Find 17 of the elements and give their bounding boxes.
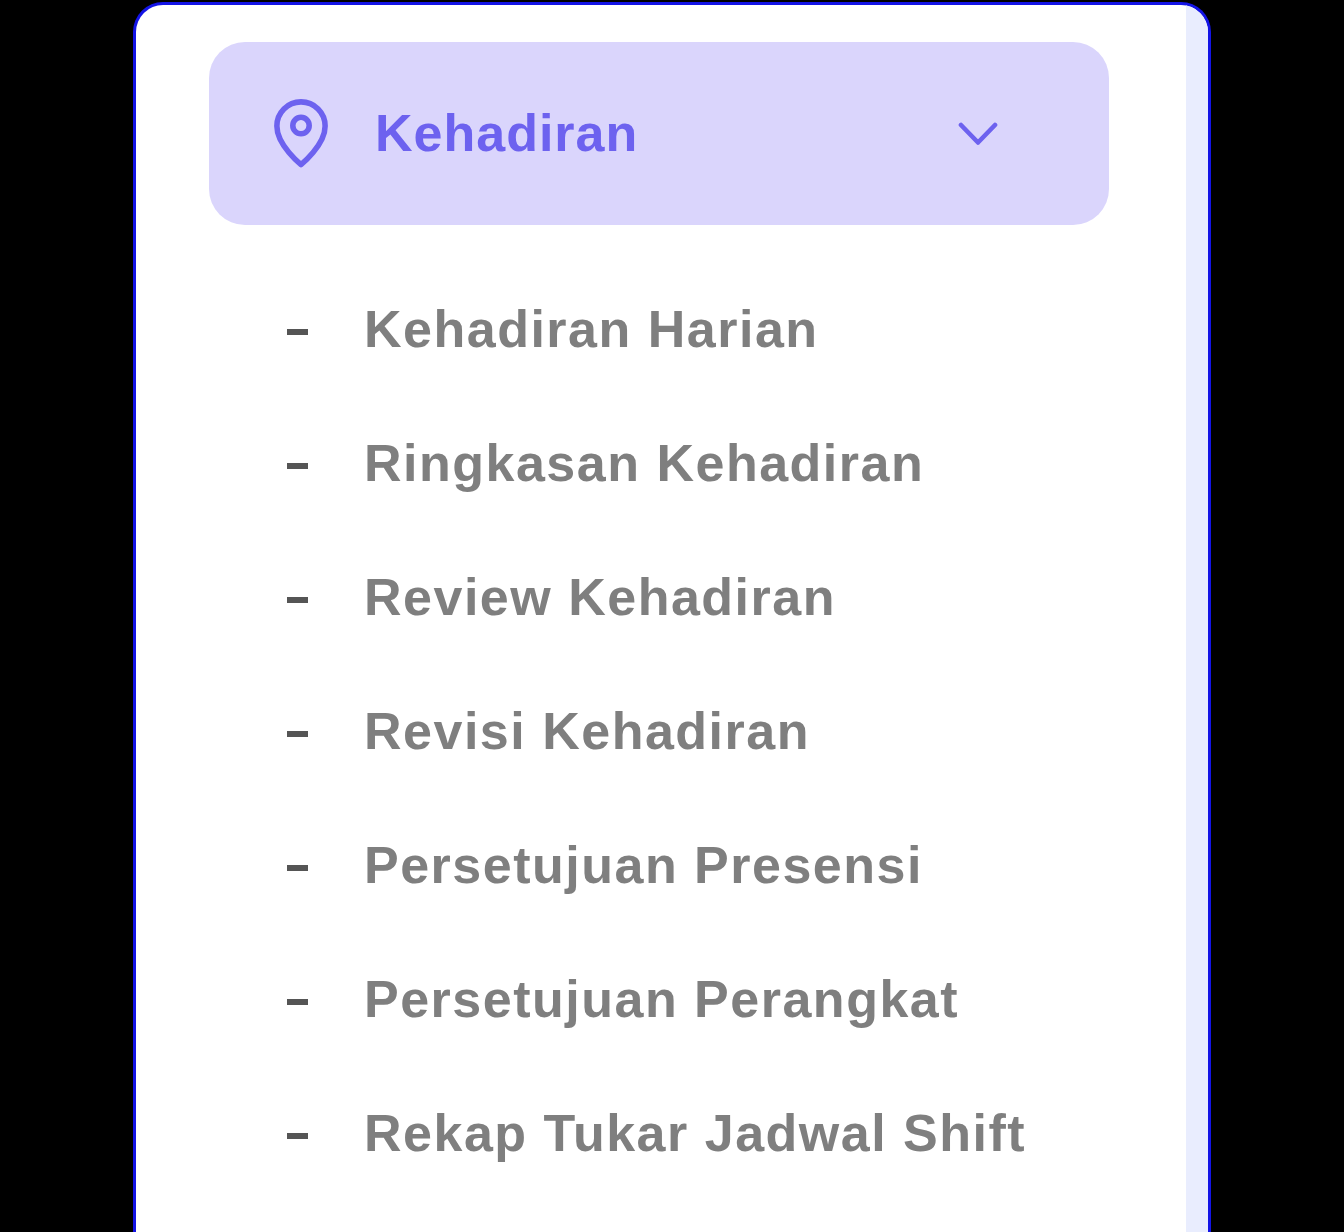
dash-icon xyxy=(287,999,308,1005)
location-pin-icon xyxy=(272,99,330,168)
dash-icon xyxy=(287,731,308,737)
submenu-item[interactable]: Review Kehadiran xyxy=(364,568,836,628)
submenu-item[interactable]: Persetujuan Presensi xyxy=(364,836,923,896)
dash-icon xyxy=(287,865,308,871)
menu-group-header[interactable]: Kehadiran xyxy=(209,42,1109,225)
chevron-down-icon xyxy=(958,121,998,146)
submenu-item[interactable]: Ringkasan Kehadiran xyxy=(364,434,925,494)
dash-icon xyxy=(287,597,308,603)
submenu-item[interactable]: Revisi Kehadiran xyxy=(364,702,810,762)
dash-icon xyxy=(287,329,308,335)
submenu-item[interactable]: Persetujuan Perangkat xyxy=(364,970,960,1030)
submenu-item[interactable]: Kehadiran Harian xyxy=(364,300,819,360)
submenu-item[interactable]: Rekap Tukar Jadwal Shift xyxy=(364,1104,1027,1164)
dash-icon xyxy=(287,1133,308,1139)
dash-icon xyxy=(287,463,308,469)
